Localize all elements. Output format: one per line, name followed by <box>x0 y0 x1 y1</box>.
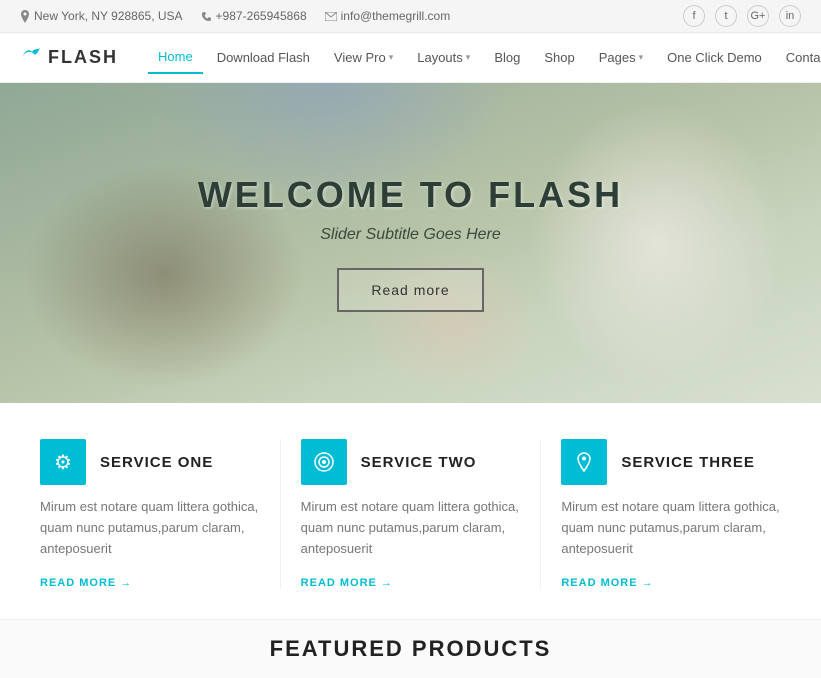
hero-subtitle: Slider Subtitle Goes Here <box>198 226 623 244</box>
nav-shop[interactable]: Shop <box>534 42 584 73</box>
email-icon <box>325 12 337 21</box>
nav-viewpro[interactable]: View Pro ▾ <box>324 42 403 73</box>
service-header-1: ⚙ SERVICE ONE <box>40 439 260 485</box>
chevron-icon: ▾ <box>389 52 394 63</box>
nav-oneclickdemo[interactable]: One Click Demo <box>657 42 772 73</box>
address: New York, NY 928865, USA <box>20 9 183 23</box>
nav-layouts[interactable]: Layouts ▾ <box>407 42 480 73</box>
service-item-1: ⚙ SERVICE ONE Mirum est notare quam litt… <box>20 439 281 589</box>
featured-section: FEATURED PRODUCTS <box>0 619 821 678</box>
nav-blog[interactable]: Blog <box>484 42 530 73</box>
nav-home[interactable]: Home <box>148 41 203 74</box>
service-icon-1: ⚙ <box>40 439 86 485</box>
arrow-icon-2: → <box>381 577 393 589</box>
header: FLASH Home Download Flash View Pro ▾ Lay… <box>0 33 821 83</box>
hero-cta-button[interactable]: Read more <box>337 268 483 312</box>
service-title-2: SERVICE TWO <box>361 454 477 471</box>
service-text-3: Mirum est notare quam littera gothica, q… <box>561 497 781 559</box>
featured-title: FEATURED PRODUCTS <box>16 636 805 662</box>
hero-title: WELCOME TO FLASH <box>198 174 623 216</box>
services-section: ⚙ SERVICE ONE Mirum est notare quam litt… <box>0 403 821 619</box>
top-bar-left: New York, NY 928865, USA +987-265945868 … <box>20 9 450 23</box>
service-icon-3 <box>561 439 607 485</box>
service-item-2: SERVICE TWO Mirum est notare quam litter… <box>281 439 542 589</box>
hero-content: WELCOME TO FLASH Slider Subtitle Goes He… <box>198 174 623 312</box>
hero-section: WELCOME TO FLASH Slider Subtitle Goes He… <box>0 83 821 403</box>
nav-download[interactable]: Download Flash <box>207 42 320 73</box>
service-link-1[interactable]: READ MORE → <box>40 577 132 589</box>
facebook-link[interactable]: f <box>683 5 705 27</box>
logo-icon <box>20 44 42 72</box>
location-icon <box>573 451 595 473</box>
nav-contact[interactable]: Contact <box>776 42 821 73</box>
phone-icon <box>201 11 212 22</box>
top-bar-socials: f t G+ in <box>683 5 801 27</box>
service-link-2[interactable]: READ MORE → <box>301 577 393 589</box>
chevron-icon: ▾ <box>639 52 644 63</box>
service-item-3: SERVICE THREE Mirum est notare quam litt… <box>541 439 801 589</box>
email: info@themegrill.com <box>325 9 451 23</box>
bird-svg <box>20 44 42 66</box>
service-link-3[interactable]: READ MORE → <box>561 577 653 589</box>
logo-text: FLASH <box>48 47 118 68</box>
service-text-2: Mirum est notare quam littera gothica, q… <box>301 497 521 559</box>
service-title-3: SERVICE THREE <box>621 454 755 471</box>
service-text-1: Mirum est notare quam littera gothica, q… <box>40 497 260 559</box>
twitter-link[interactable]: t <box>715 5 737 27</box>
nav-pages[interactable]: Pages ▾ <box>589 42 653 73</box>
service-header-2: SERVICE TWO <box>301 439 521 485</box>
top-bar: New York, NY 928865, USA +987-265945868 … <box>0 0 821 33</box>
service-icon-2 <box>301 439 347 485</box>
pin-icon <box>20 10 30 23</box>
logo[interactable]: FLASH <box>20 44 118 72</box>
arrow-icon-3: → <box>642 577 654 589</box>
phone: +987-265945868 <box>201 9 307 23</box>
linkedin-link[interactable]: in <box>779 5 801 27</box>
arrow-icon-1: → <box>120 577 132 589</box>
service-title-1: SERVICE ONE <box>100 454 213 471</box>
service-header-3: SERVICE THREE <box>561 439 781 485</box>
target-icon <box>313 451 335 473</box>
googleplus-link[interactable]: G+ <box>747 5 769 27</box>
chevron-icon: ▾ <box>466 52 471 63</box>
main-nav: Home Download Flash View Pro ▾ Layouts ▾… <box>148 41 821 74</box>
